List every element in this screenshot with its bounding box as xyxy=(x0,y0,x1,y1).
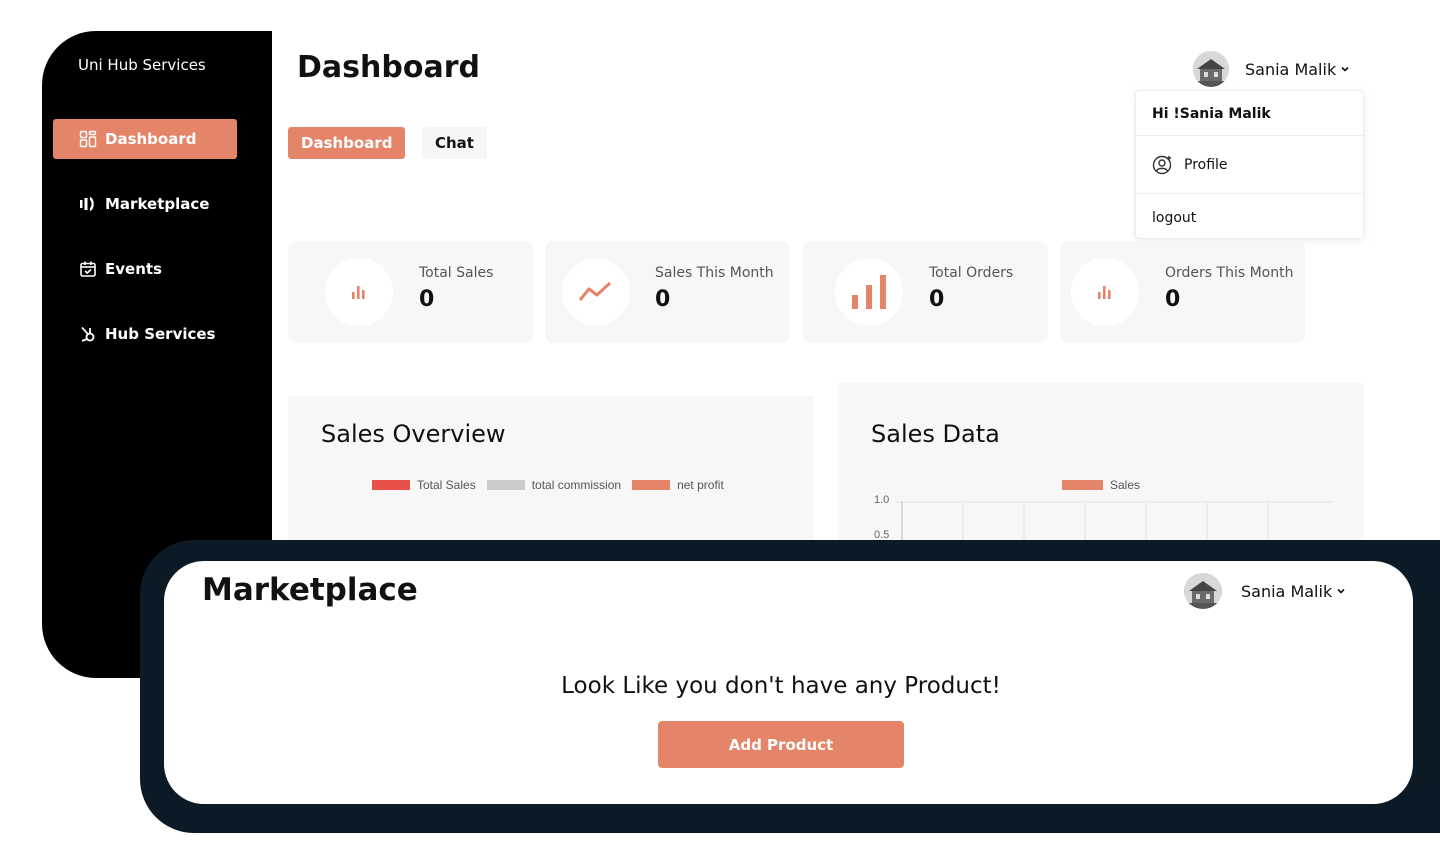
chevron-down-icon xyxy=(1336,586,1346,596)
stage: Uni Hub Services Dashboard Marketplace E… xyxy=(0,0,1440,861)
brand-name: Uni Hub Services xyxy=(78,56,206,74)
logout-menu-item[interactable]: logout xyxy=(1136,207,1363,229)
sales-overview-panel: Sales Overview Total Sales total commiss… xyxy=(288,396,814,546)
sidebar-item-hub-services[interactable]: Hub Services xyxy=(53,314,237,354)
user-add-icon xyxy=(1152,154,1174,176)
legend-label: Total Sales xyxy=(417,478,476,492)
marketplace-user-menu-toggle[interactable]: Sania Malik xyxy=(1184,573,1346,609)
legend-swatch xyxy=(1062,480,1103,490)
sidebar-item-label: Marketplace xyxy=(105,195,210,213)
divider xyxy=(1136,193,1363,194)
stat-card-sales-this-month: Sales This Month 0 xyxy=(545,241,790,343)
sales-data-panel: Sales Data Sales 1.0 0.5 xyxy=(838,383,1364,546)
legend-item-net-profit[interactable]: net profit xyxy=(632,478,724,492)
legend-item-sales[interactable]: Sales xyxy=(1062,478,1140,492)
y-tick-label: 1.0 xyxy=(874,494,890,506)
avatar xyxy=(1193,51,1229,87)
profile-menu-item[interactable]: Profile xyxy=(1136,153,1363,177)
trend-line-icon xyxy=(562,258,630,326)
stat-value: 0 xyxy=(419,287,435,312)
marketplace-icon xyxy=(79,195,97,213)
profile-label: Profile xyxy=(1184,157,1228,173)
stat-value: 0 xyxy=(655,287,671,312)
sidebar-item-dashboard[interactable]: Dashboard xyxy=(53,119,237,159)
user-name: Sania Malik xyxy=(1245,59,1337,79)
stat-label: Sales This Month xyxy=(655,265,774,281)
legend-label: net profit xyxy=(677,478,724,492)
bar-chart-icon xyxy=(1071,258,1139,326)
panel-title: Sales Overview xyxy=(321,420,506,448)
tab-dashboard[interactable]: Dashboard xyxy=(288,127,406,159)
legend-item-total-sales[interactable]: Total Sales xyxy=(372,478,476,492)
avatar xyxy=(1184,573,1222,609)
greeting-text: Hi !Sania Malik xyxy=(1152,106,1271,122)
legend-label: Sales xyxy=(1110,478,1141,492)
empty-state-message: Look Like you don't have any Product! xyxy=(561,673,1001,699)
panel-title: Sales Data xyxy=(871,420,1000,448)
divider xyxy=(1136,135,1363,136)
sidebar-item-label: Hub Services xyxy=(105,325,216,343)
legend-swatch xyxy=(372,480,410,490)
sidebar-item-events[interactable]: Events xyxy=(53,249,237,289)
sidebar-item-label: Events xyxy=(105,260,162,278)
marketplace-title: Marketplace xyxy=(202,572,418,608)
tab-chat[interactable]: Chat xyxy=(422,127,487,159)
user-menu-toggle[interactable]: Sania Malik xyxy=(1193,51,1350,87)
chart-legend: Sales xyxy=(1062,478,1151,492)
stat-card-orders-this-month: Orders This Month 0 xyxy=(1060,241,1305,343)
stat-label: Total Orders xyxy=(929,265,1014,281)
add-product-button[interactable]: Add Product xyxy=(658,721,904,768)
calendar-icon xyxy=(79,260,97,278)
chevron-down-icon xyxy=(1340,64,1350,74)
stat-label: Total Sales xyxy=(419,265,494,281)
grid-icon xyxy=(79,130,97,148)
legend-label: total commission xyxy=(531,478,622,492)
stat-card-total-orders: Total Orders 0 xyxy=(803,241,1048,343)
user-dropdown: Hi !Sania Malik Profile logout xyxy=(1135,90,1364,239)
bar-chart-icon xyxy=(835,258,903,326)
user-name: Sania Malik xyxy=(1241,581,1333,601)
stat-card-total-sales: Total Sales 0 xyxy=(288,241,533,343)
stat-value: 0 xyxy=(929,287,945,312)
sidebar-item-label: Dashboard xyxy=(105,130,197,148)
page-title: Dashboard xyxy=(297,50,480,85)
stat-value: 0 xyxy=(1165,287,1181,312)
hub-icon xyxy=(79,325,97,343)
sidebar-item-marketplace[interactable]: Marketplace xyxy=(53,184,237,224)
legend-swatch xyxy=(486,480,525,490)
bar-chart-icon xyxy=(325,258,393,326)
stat-label: Orders This Month xyxy=(1165,265,1294,281)
legend-swatch xyxy=(632,480,671,490)
chart-legend: Total Sales total commission net profit xyxy=(372,478,735,492)
legend-item-total-commission[interactable]: total commission xyxy=(486,478,622,492)
